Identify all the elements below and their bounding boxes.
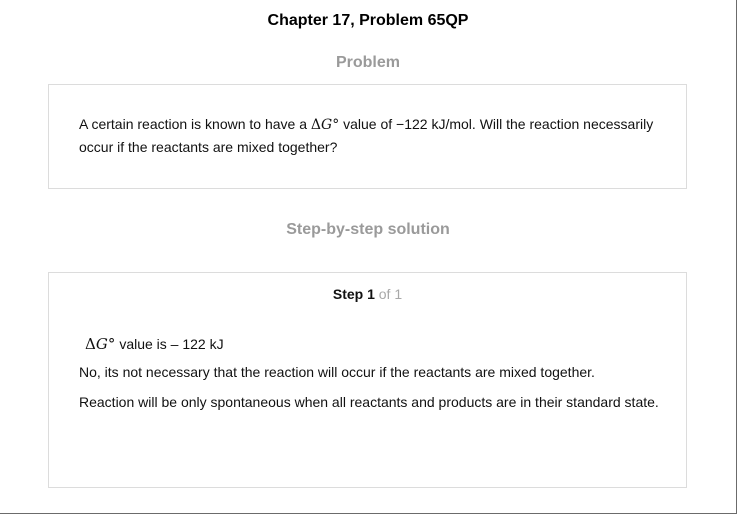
step-label: Step 1: [332, 286, 375, 302]
delta-g-symbol: ΔG°: [311, 117, 339, 133]
solution-line-3: Reaction will be only spontaneous when a…: [79, 394, 659, 410]
solution-line-1: ΔG° value is – 122 kJ: [85, 333, 675, 355]
solution-box: Step 1 of 1 ΔG° value is – 122 kJ No, its…: [48, 272, 687, 488]
delta-symbol: Δ: [310, 117, 322, 133]
problem-box: A certain reaction is known to have a ΔG…: [48, 84, 687, 189]
problem-heading: Problem: [335, 54, 400, 71]
solution-line-2: No, its not necessary that the reaction …: [79, 364, 595, 380]
solution-line-1-text: value is – 122 kJ: [119, 336, 224, 352]
delta-g-formula: ΔG°: [85, 335, 115, 353]
page: Chapter 17, Problem 65QP Problem A certa…: [0, 0, 737, 514]
step-total: of 1: [374, 286, 403, 302]
problem-text-before: A certain reaction is known to have a: [79, 116, 311, 132]
g-symbol: G: [95, 335, 108, 353]
g-symbol: G: [321, 117, 333, 133]
solution-heading: Step-by-step solution: [286, 221, 450, 238]
page-title: Chapter 17, Problem 65QP: [267, 12, 469, 29]
degree-symbol: °: [107, 335, 116, 353]
delta-symbol: Δ: [85, 335, 96, 353]
step-header: Step 1 of 1: [49, 286, 686, 302]
problem-text: A certain reaction is known to have a ΔG…: [79, 113, 669, 158]
